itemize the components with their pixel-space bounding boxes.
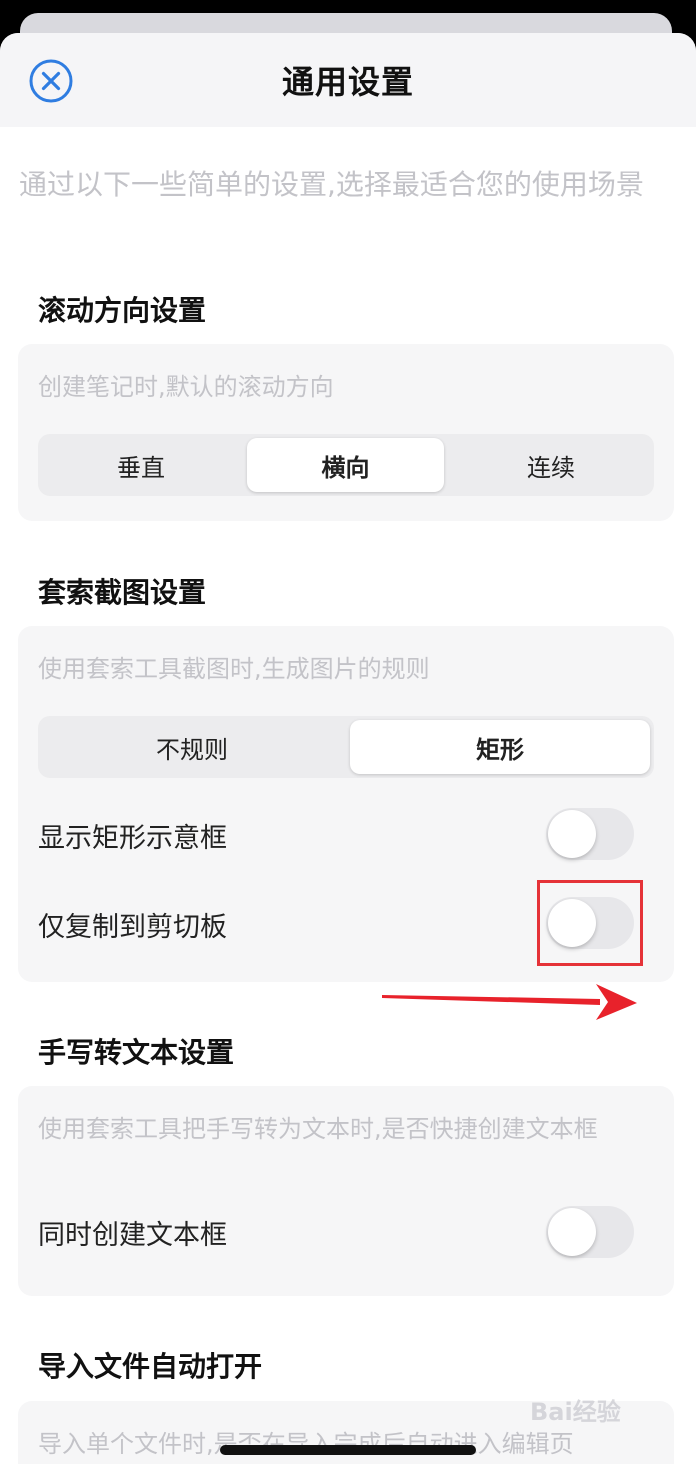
show-rect-frame-label: 显示矩形示意框 <box>38 823 227 854</box>
red-arrow-icon <box>382 984 637 1020</box>
scroll-settings-card: 创建笔记时,默认的滚动方向 垂直 横向 连续 <box>18 344 674 521</box>
page-title: 通用设置 <box>281 63 414 101</box>
toggle-knob <box>548 810 596 858</box>
copy-to-clipboard-label: 仅复制到剪切板 <box>38 912 227 943</box>
handwriting-description: 使用套索工具把手写转为文本时,是否快捷创建文本框 <box>38 1115 598 1143</box>
option-irregular[interactable]: 不规则 <box>42 720 342 774</box>
create-textbox-toggle[interactable] <box>546 1206 634 1258</box>
scroll-direction-control: 垂直 横向 连续 <box>38 434 654 496</box>
option-horizontal[interactable]: 横向 <box>247 438 444 492</box>
create-textbox-label: 同时创建文本框 <box>38 1220 227 1251</box>
show-rect-frame-toggle[interactable] <box>546 808 634 860</box>
home-indicator <box>220 1445 476 1455</box>
option-rectangle[interactable]: 矩形 <box>350 720 650 774</box>
scroll-section-title: 滚动方向设置 <box>38 294 207 327</box>
intro-text: 通过以下一些简单的设置,选择最适合您的使用场景 <box>19 168 644 201</box>
option-continuous[interactable]: 连续 <box>452 438 650 492</box>
nav-bar: 通用设置 <box>0 33 696 127</box>
handwriting-settings-card: 使用套索工具把手写转为文本时,是否快捷创建文本框 同时创建文本框 <box>18 1086 674 1296</box>
handwriting-section-title: 手写转文本设置 <box>38 1036 235 1069</box>
lasso-shape-control: 不规则 矩形 <box>38 716 654 778</box>
settings-sheet: 通用设置 通过以下一些简单的设置,选择最适合您的使用场景 滚动方向设置 创建笔记… <box>0 33 696 1464</box>
highlight-box <box>537 880 643 966</box>
toggle-knob <box>548 1208 596 1256</box>
import-section-title: 导入文件自动打开 <box>38 1350 263 1383</box>
watermark: Bai经验 <box>530 1398 621 1426</box>
lasso-description: 使用套索工具截图时,生成图片的规则 <box>38 655 430 683</box>
lasso-section-title: 套索截图设置 <box>38 576 207 609</box>
settings-content[interactable]: 通过以下一些简单的设置,选择最适合您的使用场景 滚动方向设置 创建笔记时,默认的… <box>0 127 696 1464</box>
option-vertical[interactable]: 垂直 <box>42 438 240 492</box>
scroll-description: 创建笔记时,默认的滚动方向 <box>38 373 334 401</box>
